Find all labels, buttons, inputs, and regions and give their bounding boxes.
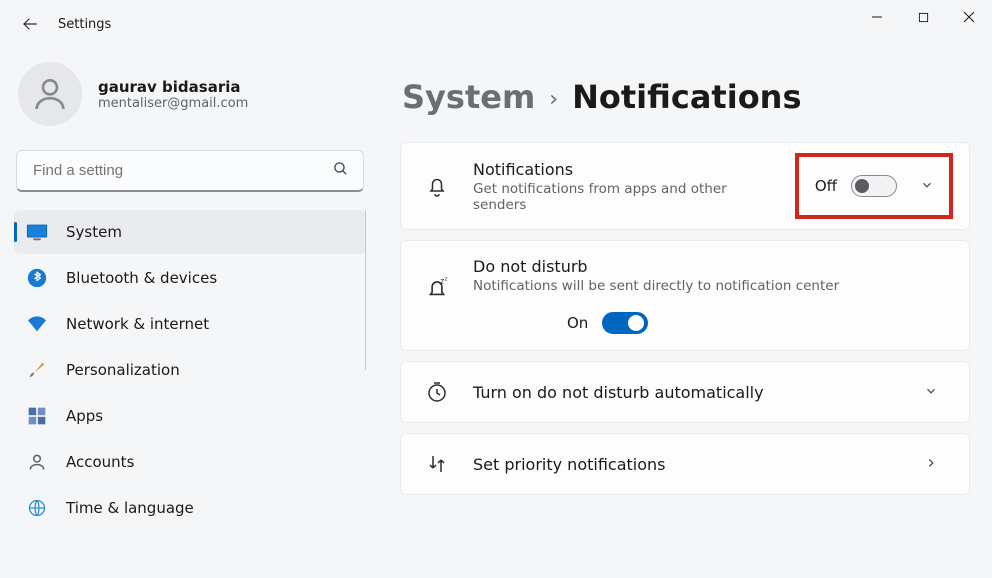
sidebar-item-label: Personalization	[66, 361, 180, 379]
sidebar-item-label: Accounts	[66, 453, 134, 471]
notifications-state: Off	[815, 177, 837, 195]
sidebar-item-system[interactable]: System	[14, 210, 366, 254]
system-icon	[26, 221, 48, 243]
search-icon	[332, 160, 349, 181]
profile-name: gaurav bidasaria	[98, 78, 248, 96]
close-button[interactable]	[946, 0, 992, 34]
bluetooth-icon	[26, 267, 48, 289]
paintbrush-icon	[26, 359, 48, 381]
priority-card[interactable]: Set priority notifications	[400, 433, 970, 495]
sidebar: gaurav bidasaria mentaliser@gmail.com Sy…	[0, 48, 380, 578]
dnd-toggle[interactable]	[602, 312, 648, 334]
priority-title: Set priority notifications	[473, 455, 893, 474]
accounts-icon	[26, 451, 48, 473]
notifications-title: Notifications	[473, 160, 773, 179]
sidebar-item-bluetooth[interactable]: Bluetooth & devices	[14, 256, 366, 300]
avatar	[18, 62, 82, 126]
sidebar-item-time-language[interactable]: Time & language	[14, 486, 366, 530]
auto-dnd-card[interactable]: Turn on do not disturb automatically	[400, 361, 970, 423]
sidebar-item-label: System	[66, 223, 122, 241]
priority-icon	[423, 450, 451, 478]
notifications-text: Notifications Get notifications from app…	[473, 160, 773, 213]
nav-list: System Bluetooth & devices Network & int…	[14, 210, 366, 530]
minimize-button[interactable]	[854, 0, 900, 34]
chevron-down-icon	[920, 178, 934, 192]
expand-auto-dnd-button[interactable]	[915, 383, 947, 402]
window-controls	[854, 0, 992, 34]
search-input[interactable]	[31, 161, 332, 180]
dnd-text: Do not disturb Notifications will be sen…	[473, 257, 947, 334]
close-icon	[963, 11, 975, 23]
sidebar-item-label: Bluetooth & devices	[66, 269, 217, 287]
dnd-title: Do not disturb	[473, 257, 947, 276]
arrow-left-icon	[21, 15, 39, 33]
content-area: System › Notifications Notifications Get…	[380, 48, 992, 578]
svg-text:z: z	[445, 276, 448, 282]
sidebar-item-label: Apps	[66, 407, 103, 425]
dnd-subtitle: Notifications will be sent directly to n…	[473, 278, 947, 294]
person-icon	[30, 74, 70, 114]
bell-icon	[423, 172, 451, 200]
profile-block[interactable]: gaurav bidasaria mentaliser@gmail.com	[14, 56, 366, 136]
profile-text: gaurav bidasaria mentaliser@gmail.com	[98, 78, 248, 111]
dnd-card: zz Do not disturb Notifications will be …	[400, 240, 970, 351]
sidebar-item-label: Time & language	[66, 499, 194, 517]
notifications-subtitle: Get notifications from apps and other se…	[473, 181, 773, 213]
clock-icon	[423, 378, 451, 406]
breadcrumb-parent[interactable]: System	[402, 78, 535, 116]
maximize-button[interactable]	[900, 0, 946, 34]
sidebar-item-network[interactable]: Network & internet	[14, 302, 366, 346]
sidebar-item-label: Network & internet	[66, 315, 209, 333]
breadcrumb: System › Notifications	[402, 78, 970, 116]
titlebar: Settings	[0, 0, 992, 48]
notifications-card: Notifications Get notifications from app…	[400, 142, 970, 230]
globe-icon	[26, 497, 48, 519]
maximize-icon	[918, 12, 929, 23]
window-title: Settings	[58, 17, 111, 32]
dnd-icon: zz	[423, 275, 451, 303]
apps-icon	[26, 405, 48, 427]
sidebar-scrollbar[interactable]	[365, 210, 366, 370]
notifications-toggle[interactable]	[851, 175, 897, 197]
search-box[interactable]	[16, 150, 364, 192]
page-title: Notifications	[572, 78, 801, 116]
chevron-right-icon	[924, 456, 938, 470]
expand-notifications-button[interactable]	[911, 177, 943, 196]
auto-dnd-title: Turn on do not disturb automatically	[473, 383, 893, 402]
minimize-icon	[871, 11, 883, 23]
sidebar-item-accounts[interactable]: Accounts	[14, 440, 366, 484]
profile-email: mentaliser@gmail.com	[98, 96, 248, 111]
sidebar-item-personalization[interactable]: Personalization	[14, 348, 366, 392]
chevron-right-icon: ›	[549, 87, 558, 112]
dnd-state: On	[567, 314, 588, 332]
wifi-icon	[26, 313, 48, 335]
open-priority-button[interactable]	[915, 455, 947, 474]
notifications-toggle-highlight: Off	[795, 153, 953, 219]
chevron-down-icon	[924, 384, 938, 398]
back-button[interactable]	[10, 4, 50, 44]
sidebar-item-apps[interactable]: Apps	[14, 394, 366, 438]
